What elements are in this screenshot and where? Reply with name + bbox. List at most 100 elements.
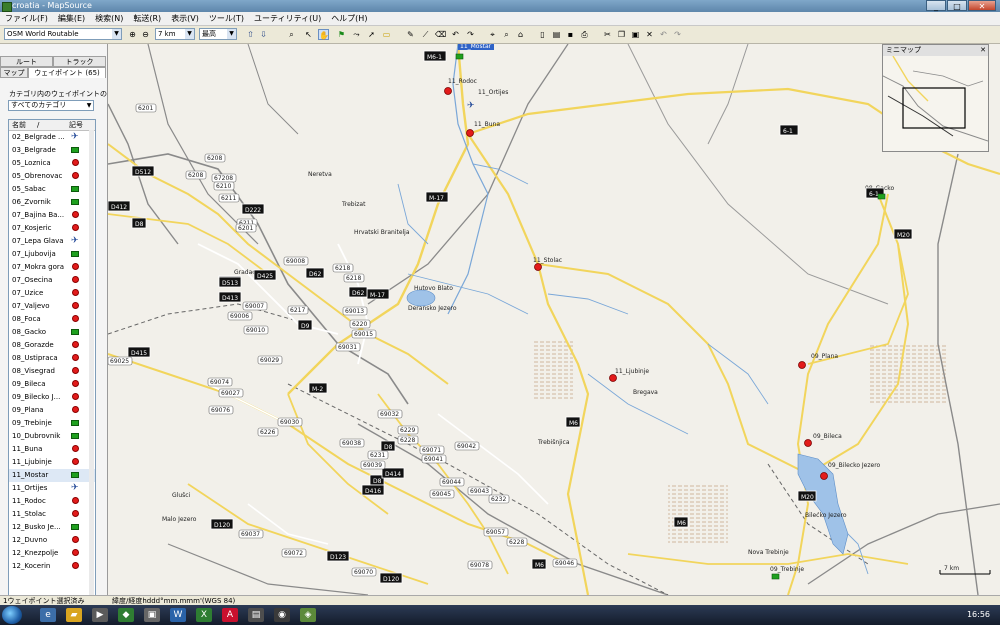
list-item[interactable]: 12_Busko Je... bbox=[9, 521, 95, 534]
list-item[interactable]: 08_Visegrad bbox=[9, 365, 95, 378]
minimap-panel[interactable]: ミニマップ ✕ bbox=[882, 44, 989, 152]
measure-tool-icon[interactable]: ▭ bbox=[381, 29, 392, 40]
print-icon[interactable]: ⎙ bbox=[579, 29, 590, 40]
list-item[interactable]: 11_Ljubinje bbox=[9, 456, 95, 469]
minimize-button[interactable]: _ bbox=[926, 0, 946, 11]
waypoint-list[interactable]: 名前 / 記号 02_Belgrade ... ✈ 03_Belgrade 05_Lo… bbox=[8, 119, 96, 621]
waypoint-pin-icon[interactable] bbox=[534, 263, 542, 271]
list-item[interactable]: 07_Mokra gora bbox=[9, 261, 95, 274]
find-near-icon[interactable]: ⌕ bbox=[501, 29, 512, 40]
waypoint-pin-icon[interactable] bbox=[798, 361, 806, 369]
pointer-tool-icon[interactable]: ➚ bbox=[366, 29, 377, 40]
copy-icon[interactable]: ❐ bbox=[616, 29, 627, 40]
list-item[interactable]: 05_Sabac bbox=[9, 183, 95, 196]
new-file-icon[interactable]: ▯ bbox=[537, 29, 548, 40]
menu-file[interactable]: ファイル(F) bbox=[0, 12, 53, 25]
media-icon[interactable]: ▶ bbox=[92, 608, 108, 622]
app-icon[interactable]: ◉ bbox=[274, 608, 290, 622]
waypoint-flag-icon[interactable] bbox=[877, 193, 886, 200]
maximize-button[interactable]: □ bbox=[947, 0, 967, 11]
category-select[interactable]: すべてのカテゴリ ▼ bbox=[8, 100, 94, 111]
delete-icon[interactable]: ✕ bbox=[644, 29, 655, 40]
waypoint-pin-icon[interactable] bbox=[444, 87, 452, 95]
menu-help[interactable]: ヘルプ(H) bbox=[326, 12, 372, 25]
receive-from-device-icon[interactable]: ⇩ bbox=[258, 29, 269, 40]
ie-icon[interactable]: e bbox=[40, 608, 56, 622]
list-item[interactable]: 09_Bilecko J... bbox=[9, 391, 95, 404]
list-item[interactable]: 10_Dubrovnik bbox=[9, 430, 95, 443]
menu-edit[interactable]: 編集(E) bbox=[53, 12, 90, 25]
waypoint-pin-icon[interactable] bbox=[466, 129, 474, 137]
list-item[interactable]: 12_Kocerin bbox=[9, 560, 95, 573]
list-item[interactable]: 11_Rodoc bbox=[9, 495, 95, 508]
menu-tools[interactable]: ツール(T) bbox=[204, 12, 249, 25]
explorer-icon[interactable]: ▰ bbox=[66, 608, 82, 622]
cut-icon[interactable]: ✂ bbox=[602, 29, 613, 40]
distance-tool-icon[interactable]: ✎ bbox=[405, 29, 416, 40]
list-item[interactable]: 07_Lepa Glava ✈ bbox=[9, 235, 95, 248]
redo-track-icon[interactable]: ↷ bbox=[465, 29, 476, 40]
paste-icon[interactable]: ▣ bbox=[630, 29, 641, 40]
list-item[interactable]: 07_Uzice bbox=[9, 287, 95, 300]
list-item[interactable]: 07_Valjevo bbox=[9, 300, 95, 313]
menu-view[interactable]: 表示(V) bbox=[166, 12, 204, 25]
waypoint-flag-icon[interactable] bbox=[455, 53, 464, 60]
detail-select[interactable]: 最高 ▼ bbox=[199, 28, 237, 40]
list-scrollbar[interactable] bbox=[89, 130, 94, 618]
undo-track-icon[interactable]: ↶ bbox=[450, 29, 461, 40]
col-name[interactable]: 名前 bbox=[12, 120, 26, 130]
menu-utilities[interactable]: ユーティリティ(U) bbox=[249, 12, 326, 25]
tab-track[interactable]: トラック bbox=[53, 56, 106, 67]
zoom-tool-icon[interactable]: ⌕ bbox=[286, 29, 297, 40]
menu-transfer[interactable]: 転送(R) bbox=[128, 12, 166, 25]
list-item[interactable]: 02_Belgrade ... ✈ bbox=[9, 131, 95, 144]
list-item[interactable]: 12_Duvno bbox=[9, 534, 95, 547]
list-item[interactable]: 03_Belgrade bbox=[9, 144, 95, 157]
select-tool-icon[interactable]: ↖ bbox=[303, 29, 314, 40]
open-file-icon[interactable]: ▤ bbox=[551, 29, 562, 40]
list-item[interactable]: 11_Buna bbox=[9, 443, 95, 456]
mapsource-taskbar-icon[interactable]: ◈ bbox=[300, 608, 316, 622]
list-item[interactable]: 08_Gorazde bbox=[9, 339, 95, 352]
col-symbol[interactable]: 記号 bbox=[69, 120, 83, 130]
map-view[interactable]: 11_Mostar 11_Rodoc 11_Ortijes 11_Buna 11_Sto… bbox=[108, 44, 1000, 595]
list-item[interactable]: 11_Ortijes ✈ bbox=[9, 482, 95, 495]
tab-route[interactable]: ルート bbox=[0, 56, 53, 67]
list-item[interactable]: 07_Ljubovija bbox=[9, 248, 95, 261]
find-address-icon[interactable]: ⌂ bbox=[515, 29, 526, 40]
minimap-close-icon[interactable]: ✕ bbox=[980, 45, 986, 56]
hand-tool-icon[interactable]: ✋ bbox=[318, 29, 329, 40]
erase-tool-icon[interactable]: ⌫ bbox=[435, 29, 446, 40]
undo-icon[interactable]: ↶ bbox=[658, 29, 669, 40]
menu-find[interactable]: 検索(N) bbox=[90, 12, 128, 25]
route-tool-icon[interactable]: ⤳ bbox=[351, 29, 362, 40]
zoom-out-icon[interactable]: ⊖ bbox=[140, 29, 151, 40]
find-places-icon[interactable]: ⌖ bbox=[487, 29, 498, 40]
app-icon[interactable]: ◆ bbox=[118, 608, 134, 622]
close-button[interactable]: ✕ bbox=[968, 0, 996, 11]
list-item[interactable]: 08_Foca bbox=[9, 313, 95, 326]
word-icon[interactable]: W bbox=[170, 608, 186, 622]
waypoint-tool-icon[interactable]: ⚑ bbox=[336, 29, 347, 40]
list-item[interactable]: 05_Obrenovac bbox=[9, 170, 95, 183]
app-icon[interactable]: ▣ bbox=[144, 608, 160, 622]
list-item[interactable]: 07_Osecina bbox=[9, 274, 95, 287]
excel-icon[interactable]: X bbox=[196, 608, 212, 622]
list-item[interactable]: 11_Mostar bbox=[9, 469, 95, 482]
list-item[interactable]: 06_Zvornik bbox=[9, 196, 95, 209]
start-button[interactable] bbox=[2, 606, 22, 624]
waypoint-pin-icon[interactable] bbox=[820, 472, 828, 480]
track-tool-icon[interactable]: ⟋ bbox=[420, 29, 431, 40]
waypoint-pin-icon[interactable] bbox=[804, 439, 812, 447]
list-item[interactable]: 07_Kosjeric bbox=[9, 222, 95, 235]
list-item[interactable]: 09_Plana bbox=[9, 404, 95, 417]
list-item[interactable]: 11_Stolac bbox=[9, 508, 95, 521]
app-icon[interactable]: ▤ bbox=[248, 608, 264, 622]
redo-icon[interactable]: ↷ bbox=[672, 29, 683, 40]
waypoint-flag-icon[interactable] bbox=[771, 573, 780, 580]
map-product-select[interactable]: OSM World Routable ▼ bbox=[4, 28, 122, 40]
zoom-in-icon[interactable]: ⊕ bbox=[127, 29, 138, 40]
airport-icon[interactable]: ✈ bbox=[467, 101, 475, 111]
list-item[interactable]: 07_Bajina Ba... bbox=[9, 209, 95, 222]
tab-waypoints[interactable]: ウェイポイント (65) bbox=[28, 67, 106, 78]
